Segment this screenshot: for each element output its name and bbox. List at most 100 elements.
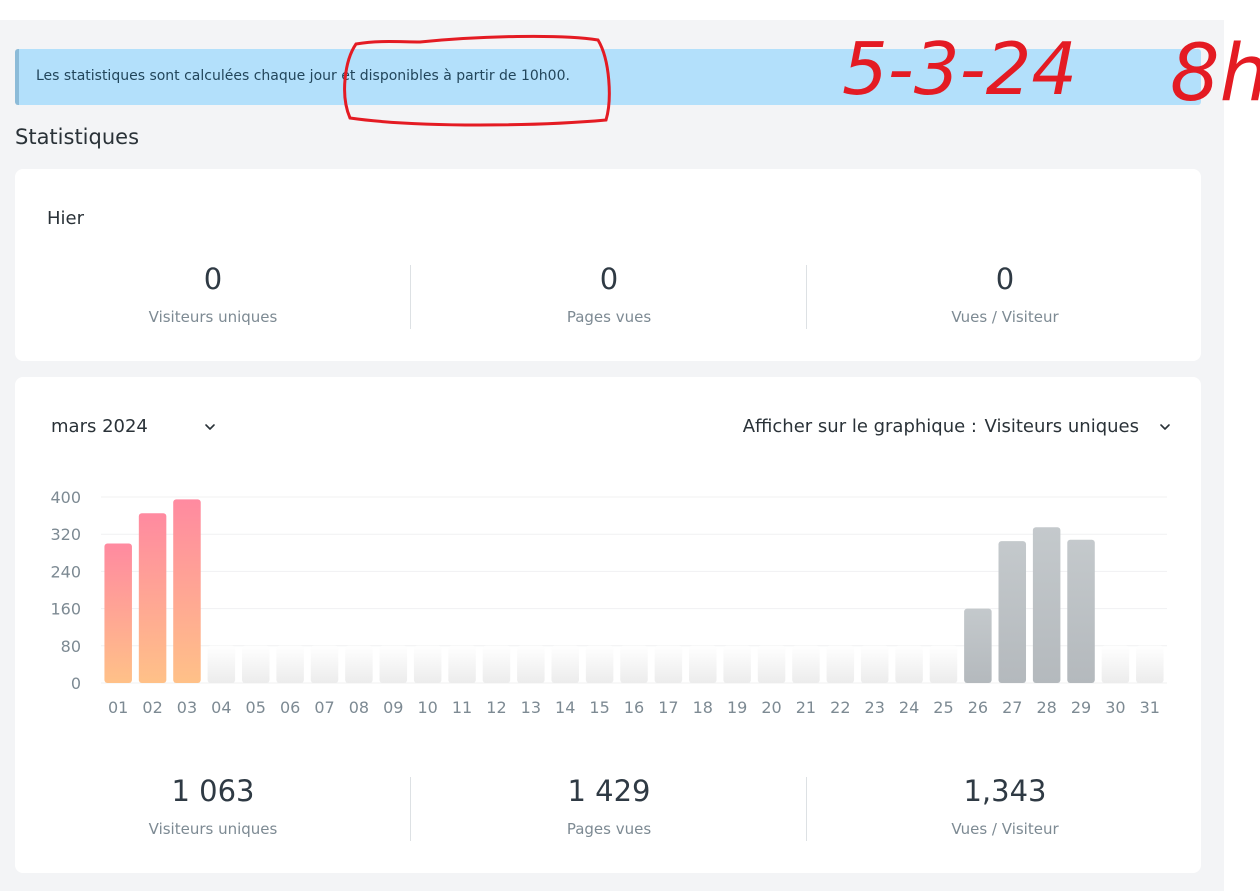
chart-bar[interactable] <box>1067 539 1095 683</box>
x-tick-label: 21 <box>796 698 816 717</box>
x-tick-label: 03 <box>177 698 197 717</box>
x-tick-label: 05 <box>246 698 266 717</box>
chart-bar-empty[interactable] <box>585 645 614 683</box>
x-tick-label: 19 <box>727 698 747 717</box>
chart-bar-empty[interactable] <box>379 645 408 683</box>
month-unique-visitors: 1 063 Visiteurs uniques <box>15 774 411 839</box>
x-tick-label: 12 <box>486 698 506 717</box>
y-tick-label: 80 <box>61 637 81 656</box>
chart-bar-empty[interactable] <box>689 645 717 683</box>
stat-value: 0 <box>599 262 619 296</box>
month-select-value: mars 2024 <box>51 416 148 437</box>
chart-bar-empty[interactable] <box>517 645 545 683</box>
chart-bar-empty[interactable] <box>448 645 476 683</box>
chart-bar-empty[interactable] <box>860 645 889 683</box>
x-tick-label: 14 <box>555 698 575 717</box>
chart-bar-empty[interactable] <box>482 645 511 683</box>
chart-bar[interactable] <box>1032 527 1061 683</box>
chart-bar-empty[interactable] <box>792 645 820 683</box>
stat-label: Visiteurs uniques <box>148 308 278 326</box>
x-tick-label: 06 <box>280 698 300 717</box>
x-tick-label: 22 <box>830 698 850 717</box>
chevron-down-icon <box>204 421 216 433</box>
chart-bar[interactable] <box>173 499 201 683</box>
chart-bar[interactable] <box>104 543 132 684</box>
stat-value: 0 <box>995 262 1015 296</box>
x-tick-label: 18 <box>693 698 713 717</box>
month-page-views: 1 429 Pages vues <box>411 774 807 839</box>
x-tick-label: 09 <box>383 698 403 717</box>
stat-value: 1,343 <box>963 774 1047 808</box>
chart-bar-empty[interactable] <box>757 645 786 683</box>
x-tick-label: 26 <box>968 698 988 717</box>
info-banner-text: Les statistiques sont calculées chaque j… <box>36 68 570 84</box>
month-views-per-visitor: 1,343 Vues / Visiteur <box>807 774 1203 839</box>
x-tick-label: 16 <box>624 698 644 717</box>
yesterday-page-views: 0 Pages vues <box>411 262 807 327</box>
x-tick-label: 07 <box>314 698 334 717</box>
x-tick-label: 01 <box>108 698 128 717</box>
chart-metric-value: Visiteurs uniques <box>984 416 1139 437</box>
stat-value: 0 <box>203 262 223 296</box>
y-tick-label: 400 <box>50 488 81 507</box>
chart-bar-empty[interactable] <box>345 645 373 683</box>
chart-bar-empty[interactable] <box>276 645 304 683</box>
x-tick-label: 23 <box>865 698 885 717</box>
chart-metric-label: Afficher sur le graphique : <box>742 416 977 437</box>
stat-label: Visiteurs uniques <box>148 820 278 838</box>
chart-bar-empty[interactable] <box>310 645 339 683</box>
y-tick-label: 0 <box>71 674 81 693</box>
x-tick-label: 15 <box>589 698 609 717</box>
y-tick-label: 320 <box>50 525 81 544</box>
yesterday-unique-visitors: 0 Visiteurs uniques <box>15 262 411 327</box>
x-tick-label: 13 <box>521 698 541 717</box>
chart-metric-select[interactable]: Visiteurs uniques <box>985 416 1139 437</box>
stat-label: Pages vues <box>566 820 652 838</box>
chart-bar-empty[interactable] <box>654 645 683 683</box>
x-tick-label: 10 <box>417 698 437 717</box>
visitors-bar-chart: 0 80 160 240 320 400 01 02 03 04 05 06 07 08 09 10 11 12 1… <box>50 488 1167 717</box>
chevron-down-icon[interactable] <box>1159 421 1171 433</box>
x-tick-label: 04 <box>211 698 231 717</box>
yesterday-views-per-visitor: 0 Vues / Visiteur <box>807 262 1203 327</box>
chart-bar-empty[interactable] <box>723 645 751 683</box>
chart-bar-empty[interactable] <box>551 645 579 683</box>
x-tick-label: 30 <box>1105 698 1125 717</box>
x-tick-label: 29 <box>1071 698 1091 717</box>
x-tick-label: 24 <box>899 698 919 717</box>
chart-bar-empty[interactable] <box>826 645 855 683</box>
chart-bar-empty[interactable] <box>620 645 648 683</box>
stat-label: Pages vues <box>566 308 652 326</box>
y-tick-label: 160 <box>50 600 81 619</box>
yesterday-card: Hier 0 Visiteurs uniques 0 Pages vues 0 … <box>15 169 1201 361</box>
x-tick-label: 31 <box>1140 698 1160 717</box>
x-tick-label: 11 <box>452 698 472 717</box>
x-tick-label: 25 <box>933 698 953 717</box>
x-tick-label: 27 <box>1002 698 1022 717</box>
x-tick-label: 20 <box>761 698 781 717</box>
x-tick-label: 02 <box>142 698 162 717</box>
page-title: Statistiques <box>15 125 140 149</box>
stat-value: 1 429 <box>567 774 651 808</box>
month-card: mars 2024 Afficher sur le graphique : Vi… <box>15 377 1201 873</box>
x-tick-label: 17 <box>658 698 678 717</box>
y-tick-label: 240 <box>50 562 81 581</box>
chart-bar-empty[interactable] <box>241 645 270 683</box>
chart-bar-empty[interactable] <box>1101 645 1130 683</box>
chart-bar-empty[interactable] <box>895 645 923 683</box>
chart-bar-empty[interactable] <box>413 645 442 683</box>
stat-label: Vues / Visiteur <box>951 308 1059 326</box>
chart-bar[interactable] <box>138 513 167 683</box>
chart-bar-empty[interactable] <box>929 645 958 683</box>
stat-label: Vues / Visiteur <box>951 820 1059 838</box>
info-banner: Les statistiques sont calculées chaque j… <box>15 49 1201 105</box>
yesterday-title: Hier <box>47 208 85 229</box>
chart-bar[interactable] <box>964 608 992 683</box>
month-select[interactable]: mars 2024 <box>51 416 221 440</box>
chart-bar-empty[interactable] <box>207 645 236 683</box>
x-tick-label: 08 <box>349 698 369 717</box>
stat-value: 1 063 <box>171 774 255 808</box>
chart-bar[interactable] <box>998 541 1027 683</box>
x-tick-label: 28 <box>1036 698 1056 717</box>
chart-bar-empty[interactable] <box>1136 645 1164 683</box>
